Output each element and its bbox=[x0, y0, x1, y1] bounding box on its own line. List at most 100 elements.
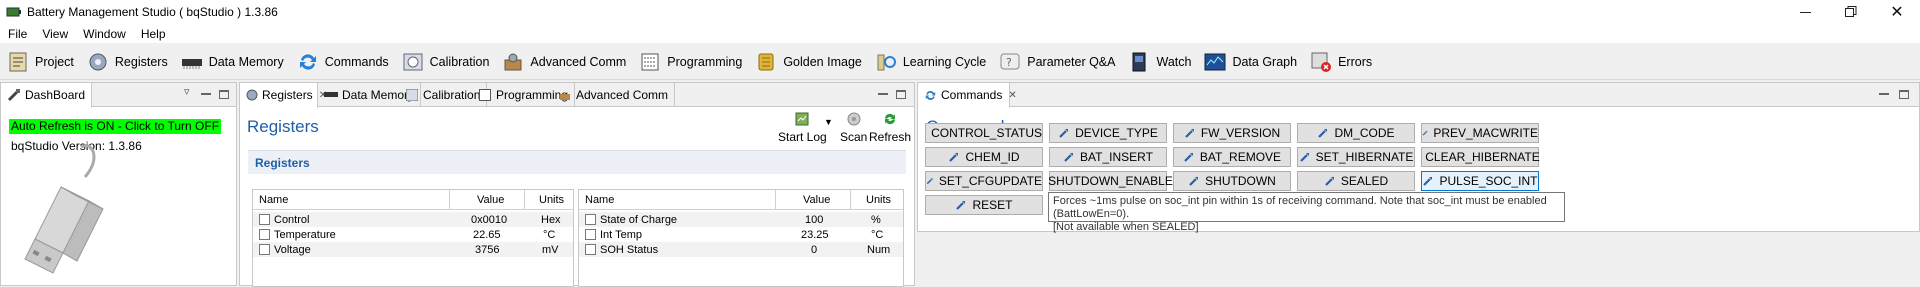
send-command-icon bbox=[1422, 175, 1434, 187]
programming-icon bbox=[638, 50, 662, 74]
start-log-dropdown-icon[interactable]: ▼ bbox=[824, 117, 833, 127]
table-row[interactable]: Temperature 22.65 °C bbox=[253, 227, 573, 242]
dashboard-panel: DashBoard ▿ Auto Refresh is ON - Click t… bbox=[0, 82, 237, 286]
column-header-units[interactable]: Units bbox=[866, 190, 891, 209]
project-icon bbox=[6, 50, 30, 74]
toolbar-data-graph[interactable]: Data Graph bbox=[1197, 46, 1303, 78]
table-row[interactable]: SOH Status 0 Num bbox=[579, 242, 903, 257]
title-bar: Battery Management Studio ( bqStudio ) 1… bbox=[0, 0, 1920, 24]
calibration-icon bbox=[401, 50, 425, 74]
command-button-shutdown[interactable]: SHUTDOWN bbox=[1173, 171, 1291, 191]
send-command-icon bbox=[1324, 175, 1336, 187]
command-button-sealed[interactable]: SEALED bbox=[1297, 171, 1415, 191]
usb-icon bbox=[7, 88, 21, 102]
main-toolbar: Project Registers Data Memory Commands C… bbox=[0, 44, 1920, 80]
table-row[interactable]: Control 0x0010 Hex bbox=[253, 212, 573, 227]
command-button-pulse-soc-int[interactable]: PULSE_SOC_INT bbox=[1421, 171, 1539, 191]
maximize-panel-button[interactable] bbox=[219, 88, 229, 100]
toolbar-golden-image[interactable]: Golden Image bbox=[748, 46, 868, 78]
close-tab-icon[interactable]: ✕ bbox=[1008, 90, 1016, 101]
restore-window-button[interactable] bbox=[1828, 0, 1874, 24]
menu-file[interactable]: File bbox=[0, 27, 34, 41]
command-button-chem-id[interactable]: CHEM_ID bbox=[925, 147, 1043, 167]
send-command-icon bbox=[1063, 151, 1075, 163]
start-log-button[interactable]: Start Log bbox=[778, 111, 827, 144]
table-row[interactable]: State of Charge 100 % bbox=[579, 212, 903, 227]
tab-advanced-comm[interactable]: Advanced Comm bbox=[552, 83, 675, 107]
command-button-device-type[interactable]: DEVICE_TYPE bbox=[1049, 123, 1167, 143]
auto-refresh-toggle[interactable]: Auto Refresh is ON - Click to Turn OFF bbox=[9, 119, 221, 134]
close-window-button[interactable]: ✕ bbox=[1874, 0, 1920, 24]
log-icon bbox=[794, 111, 810, 127]
learning-cycle-icon bbox=[874, 50, 898, 74]
programming-tab-icon bbox=[478, 88, 492, 102]
toolbar-project[interactable]: Project bbox=[0, 46, 80, 78]
data-memory-icon bbox=[180, 50, 204, 74]
scan-icon bbox=[846, 111, 862, 127]
send-command-icon bbox=[1299, 151, 1311, 163]
column-header-value[interactable]: Value bbox=[477, 190, 504, 209]
toolbar-errors[interactable]: Errors bbox=[1303, 46, 1378, 78]
advanced-comm-tab-icon bbox=[558, 88, 572, 102]
menu-help[interactable]: Help bbox=[133, 27, 173, 41]
registers-section-header[interactable]: Registers bbox=[248, 150, 906, 174]
commands-tab-icon bbox=[924, 88, 937, 102]
toolbar-advanced-comm[interactable]: Advanced Comm bbox=[495, 46, 632, 78]
toolbar-watch[interactable]: Watch bbox=[1121, 46, 1197, 78]
command-tooltip: Forces ~1ms pulse on soc_int pin within … bbox=[1048, 192, 1565, 222]
read-only-icon bbox=[585, 229, 596, 240]
tab-registers[interactable]: Registers ✕ bbox=[240, 83, 318, 108]
command-button-dm-code[interactable]: DM_CODE bbox=[1297, 123, 1415, 143]
column-header-value[interactable]: Value bbox=[803, 190, 830, 209]
command-button-shutdown-enable[interactable]: SHUTDOWN_ENABLE bbox=[1049, 171, 1167, 191]
maximize-panel-button[interactable] bbox=[896, 88, 906, 100]
command-button-bat-insert[interactable]: BAT_INSERT bbox=[1049, 147, 1167, 167]
tab-dashboard[interactable]: DashBoard bbox=[1, 83, 92, 108]
data-graph-icon bbox=[1203, 50, 1227, 74]
toolbar-parameter-qa[interactable]: ? Parameter Q&A bbox=[992, 46, 1121, 78]
menu-window[interactable]: Window bbox=[75, 27, 133, 41]
send-command-icon bbox=[1183, 151, 1195, 163]
toolbar-calibration[interactable]: Calibration bbox=[395, 46, 496, 78]
column-header-name[interactable]: Name bbox=[585, 190, 614, 209]
command-button-set-cfgupdate[interactable]: SET_CFGUPDATE bbox=[925, 171, 1043, 191]
toolbar-learning-cycle[interactable]: Learning Cycle bbox=[868, 46, 992, 78]
command-button-clear-hibernate[interactable]: CLEAR_HIBERNATE bbox=[1421, 147, 1539, 167]
maximize-panel-button[interactable] bbox=[1899, 88, 1909, 100]
minimize-window-button[interactable] bbox=[1782, 0, 1828, 24]
edit-icon bbox=[259, 229, 270, 240]
view-menu-icon[interactable]: ▿ bbox=[184, 85, 190, 98]
command-button-reset[interactable]: RESET bbox=[925, 195, 1043, 215]
send-command-icon bbox=[1188, 175, 1200, 187]
page-title: Registers bbox=[247, 117, 319, 137]
errors-icon bbox=[1309, 50, 1333, 74]
scan-button[interactable]: Scan bbox=[840, 111, 867, 144]
toolbar-registers[interactable]: Registers bbox=[80, 46, 174, 78]
refresh-button[interactable]: Refresh bbox=[869, 111, 911, 144]
command-button-set-hibernate[interactable]: SET_HIBERNATE bbox=[1297, 147, 1415, 167]
table-header: Name Value Units bbox=[579, 190, 903, 210]
usb-device-icon bbox=[19, 141, 109, 287]
table-row[interactable]: Int Temp 23.25 °C bbox=[579, 227, 903, 242]
command-button-prev-macwrite[interactable]: PREV_MACWRITE bbox=[1421, 123, 1539, 143]
toolbar-programming[interactable]: Programming bbox=[632, 46, 748, 78]
registers-table-left: Name Value Units Control 0x0010 Hex Temp… bbox=[252, 189, 574, 287]
advanced-comm-icon bbox=[501, 50, 525, 74]
toolbar-data-memory[interactable]: Data Memory bbox=[174, 46, 290, 78]
column-header-name[interactable]: Name bbox=[259, 190, 288, 209]
tab-commands[interactable]: Commands ✕ bbox=[918, 83, 1010, 108]
toolbar-commands[interactable]: Commands bbox=[290, 46, 395, 78]
battery-app-icon bbox=[6, 4, 22, 20]
command-button-fw-version[interactable]: FW_VERSION bbox=[1173, 123, 1291, 143]
minimize-panel-button[interactable] bbox=[201, 88, 211, 100]
table-row[interactable]: Voltage 3756 mV bbox=[253, 242, 573, 257]
minimize-panel-button[interactable] bbox=[1879, 88, 1889, 100]
minimize-panel-button[interactable] bbox=[878, 88, 888, 100]
commands-icon bbox=[296, 50, 320, 74]
column-header-units[interactable]: Units bbox=[539, 190, 564, 209]
window-title: Battery Management Studio ( bqStudio ) 1… bbox=[27, 5, 278, 19]
svg-text:?: ? bbox=[1006, 56, 1012, 69]
menu-view[interactable]: View bbox=[34, 27, 75, 41]
command-button-control-status[interactable]: CONTROL_STATUS bbox=[925, 123, 1043, 143]
command-button-bat-remove[interactable]: BAT_REMOVE bbox=[1173, 147, 1291, 167]
